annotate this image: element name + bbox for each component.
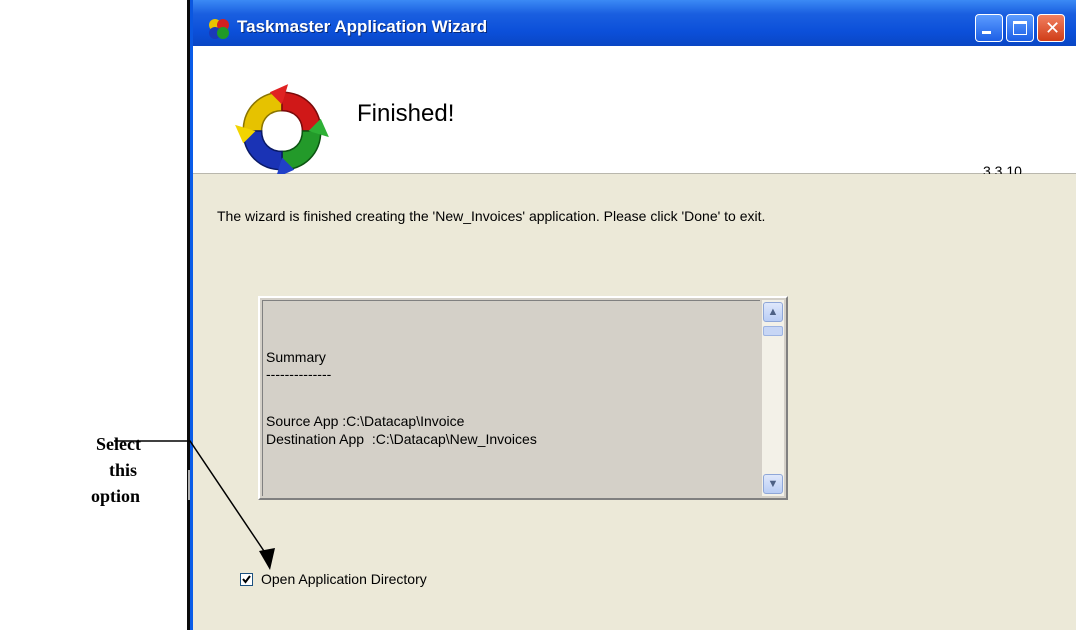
annotation-line-3: option (91, 486, 141, 506)
summary-destination-app: Destination App :C:\Datacap\New_Invoices (266, 431, 537, 447)
open-directory-checkbox[interactable] (240, 573, 253, 586)
summary-textbox[interactable]: Summary -------------- Source App :C:\Da… (258, 296, 788, 500)
scroll-thumb[interactable] (763, 326, 783, 336)
title-bar[interactable]: Taskmaster Application Wizard ✕ (190, 0, 1076, 46)
taskmaster-logo-icon (235, 84, 329, 178)
close-button[interactable]: ✕ (1037, 14, 1065, 42)
chevron-up-icon: ▲ (767, 306, 779, 318)
annotation-line-2: this (109, 460, 138, 480)
vertical-scrollbar[interactable]: ▲ ▼ (762, 300, 784, 496)
annotation-line-1: Select (96, 434, 141, 454)
scroll-down-button[interactable]: ▼ (763, 474, 783, 494)
window-title: Taskmaster Application Wizard (237, 17, 488, 36)
minimize-button[interactable] (975, 14, 1003, 42)
open-directory-label[interactable]: Open Application Directory (261, 571, 427, 587)
checkmark-icon (242, 575, 251, 584)
minimize-icon (982, 31, 991, 34)
summary-text-area: Summary -------------- Source App :C:\Da… (262, 300, 760, 496)
summary-heading: Summary (266, 349, 326, 365)
chevron-down-icon: ▼ (767, 478, 779, 490)
window-edge-divider (188, 470, 190, 500)
completion-message: The wizard is finished creating the 'New… (217, 208, 766, 224)
app-icon (209, 19, 229, 39)
maximize-icon (1013, 21, 1027, 35)
scroll-up-button[interactable]: ▲ (763, 302, 783, 322)
page-title: Finished! (357, 100, 455, 127)
wizard-window: Taskmaster Application Wizard ✕ Finished… (187, 0, 1076, 630)
header-panel: Finished! 3.3.10 (193, 46, 1076, 179)
body-panel: The wizard is finished creating the 'New… (193, 174, 1076, 630)
close-icon: ✕ (1045, 18, 1061, 38)
maximize-button[interactable] (1006, 14, 1034, 42)
summary-divider: -------------- (266, 366, 332, 382)
summary-source-app: Source App :C:\Datacap\Invoice (266, 413, 465, 429)
